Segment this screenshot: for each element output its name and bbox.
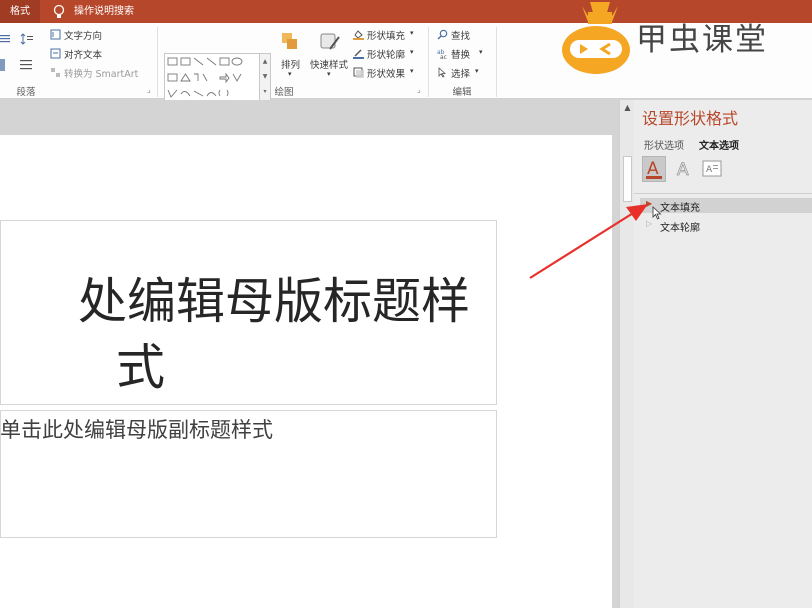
vertical-scrollbar[interactable]: ▲ (619, 100, 634, 608)
format-shape-pane: 设置形状格式 形状选项 文本选项 A A A ▶ 文本填充 ▷ 文本轮廓 (634, 100, 812, 608)
brand-name: 甲虫课堂 (636, 22, 768, 58)
pane-category-icons: A A A (642, 156, 812, 184)
tab-text-options[interactable]: 文本选项 (699, 137, 739, 152)
quick-styles-dropdown-icon[interactable]: ▾ (327, 70, 331, 78)
smartart-icon (51, 68, 60, 77)
scroll-up-icon[interactable]: ▲ (620, 102, 635, 114)
replace-button[interactable]: 替换 (451, 47, 470, 61)
select-button[interactable]: 选择 (451, 66, 470, 80)
title-text-line2: 式 (116, 339, 166, 396)
shape-fill-icon (353, 30, 364, 40)
shape-effects-icon (353, 67, 364, 78)
quick-styles-button[interactable]: 快速样式 (310, 57, 348, 71)
select-dropdown-icon[interactable]: ▾ (475, 67, 479, 75)
annotation-arrow (529, 204, 648, 279)
brand-mascot-logo (562, 2, 630, 74)
title-text-line1: 处编辑母版标题样 (77, 273, 470, 330)
arrange-button[interactable]: 排列 (281, 57, 300, 71)
select-icon (438, 67, 447, 78)
shape-outline-dropdown-icon[interactable]: ▾ (410, 48, 414, 56)
align-icon[interactable] (20, 59, 34, 71)
group-separator (157, 27, 158, 97)
svg-text:A: A (677, 160, 689, 180)
arrange-dropdown-icon[interactable]: ▾ (288, 70, 292, 78)
subtitle-text: 单击此处编辑母版副标题样式 (0, 418, 273, 442)
shape-outline-button[interactable]: 形状轮廓 (367, 47, 405, 61)
paragraph-dialog-launcher[interactable]: ⌟ (147, 85, 151, 94)
tab-shape-options[interactable]: 形状选项 (644, 137, 684, 152)
quick-styles-icon (320, 33, 340, 50)
indent-icon[interactable] (0, 33, 14, 45)
section-label: 文本轮廓 (660, 223, 700, 234)
replace-dropdown-icon[interactable]: ▾ (479, 48, 483, 56)
convert-smartart-button[interactable]: 转换为 SmartArt (64, 66, 138, 80)
tab-format[interactable]: 格式 (0, 0, 40, 23)
text-direction-icon (50, 29, 61, 40)
pane-divider (634, 193, 812, 194)
align-text-icon (50, 48, 61, 59)
group-separator (496, 27, 497, 97)
find-icon (437, 29, 448, 40)
shape-effects-button[interactable]: 形状效果 (367, 66, 405, 80)
align-text-button[interactable]: 对齐文本 (64, 47, 102, 61)
lightbulb-icon (53, 4, 65, 18)
text-fill-outline-category[interactable]: A (642, 156, 666, 182)
text-effects-icon[interactable]: A (674, 158, 694, 180)
text-fill-icon: A (646, 159, 662, 179)
columns-icon[interactable] (0, 59, 12, 71)
line-spacing-icon[interactable] (20, 33, 34, 45)
section-text-outline[interactable]: ▷ 文本轮廓 (640, 218, 812, 234)
group-separator (428, 27, 429, 97)
replace-icon: ab ac (437, 49, 447, 59)
paragraph-group-label: 段落 (16, 87, 36, 98)
text-direction-button[interactable]: 文字方向 (64, 28, 102, 42)
arrange-icon (282, 33, 297, 49)
shape-effects-dropdown-icon[interactable]: ▾ (410, 67, 414, 75)
drawing-group-label: 绘图 (274, 87, 294, 98)
editing-group-label: 编辑 (452, 87, 472, 98)
section-text-fill[interactable]: ▶ 文本填充 (640, 198, 812, 214)
drawing-dialog-launcher[interactable]: ⌟ (417, 85, 421, 94)
tell-me-search[interactable]: 操作说明搜索 (74, 0, 134, 23)
find-button[interactable]: 查找 (451, 28, 470, 42)
textbox-icon[interactable]: A (702, 160, 722, 178)
svg-text:ac: ac (440, 54, 447, 59)
pane-title: 设置形状格式 (642, 109, 739, 128)
shape-fill-dropdown-icon[interactable]: ▾ (410, 29, 414, 37)
shape-outline-icon (353, 49, 364, 59)
section-label: 文本填充 (660, 203, 700, 214)
svg-text:A: A (706, 165, 713, 175)
shape-fill-button[interactable]: 形状填充 (367, 28, 405, 42)
